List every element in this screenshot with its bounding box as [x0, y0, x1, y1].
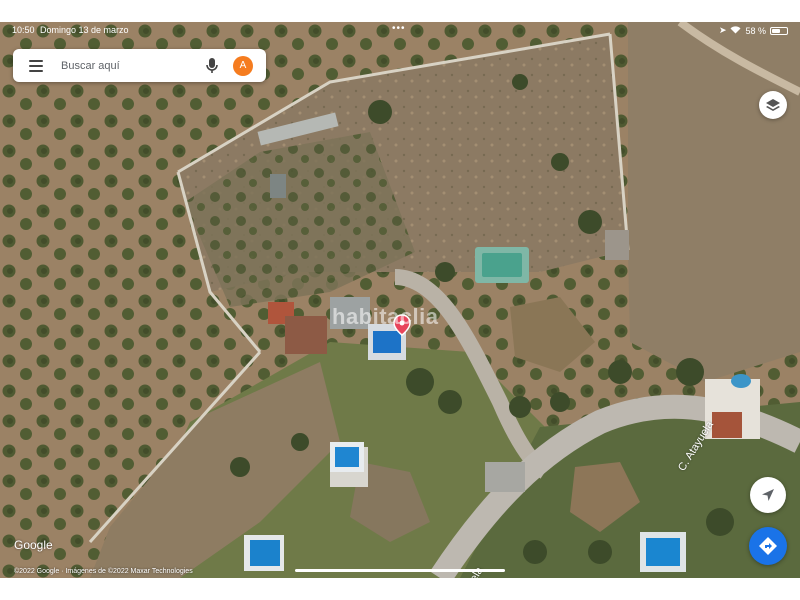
directions-button[interactable] — [749, 527, 787, 565]
battery-level — [772, 28, 781, 33]
google-logo: Google — [14, 538, 53, 552]
battery-icon — [770, 26, 788, 35]
avatar[interactable]: A — [233, 55, 253, 76]
status-right: ➤ 58 % — [719, 25, 788, 36]
search-bar[interactable]: Buscar aquí A — [13, 49, 266, 82]
map-view[interactable]: habitaclia C. Atayuela yuela — [0, 22, 800, 578]
search-input[interactable]: Buscar aquí — [61, 60, 205, 72]
multitask-dots-icon[interactable]: ••• — [392, 23, 406, 34]
location-arrow-icon: ➤ — [718, 25, 727, 35]
status-date: Domingo 13 de marzo — [40, 25, 129, 35]
copyright-text[interactable]: ©2022 Google · Imágenes de ©2022 Maxar T… — [14, 568, 193, 575]
microphone-icon[interactable] — [205, 57, 219, 75]
status-bar: 10:50 Domingo 13 de marzo ••• ➤ 58 % — [0, 22, 800, 40]
home-indicator[interactable] — [295, 569, 505, 572]
watermark: habitaclia — [332, 304, 439, 329]
battery-percent: 58 % — [745, 25, 766, 36]
layers-button[interactable] — [759, 91, 787, 119]
wifi-icon — [730, 25, 741, 36]
layers-icon — [766, 99, 780, 111]
status-time: 10:50 — [12, 25, 35, 35]
directions-icon — [759, 537, 777, 555]
menu-icon[interactable] — [29, 60, 43, 72]
my-location-button[interactable] — [750, 477, 786, 513]
navigation-arrow-icon — [762, 489, 774, 501]
satellite-map[interactable] — [0, 22, 800, 578]
